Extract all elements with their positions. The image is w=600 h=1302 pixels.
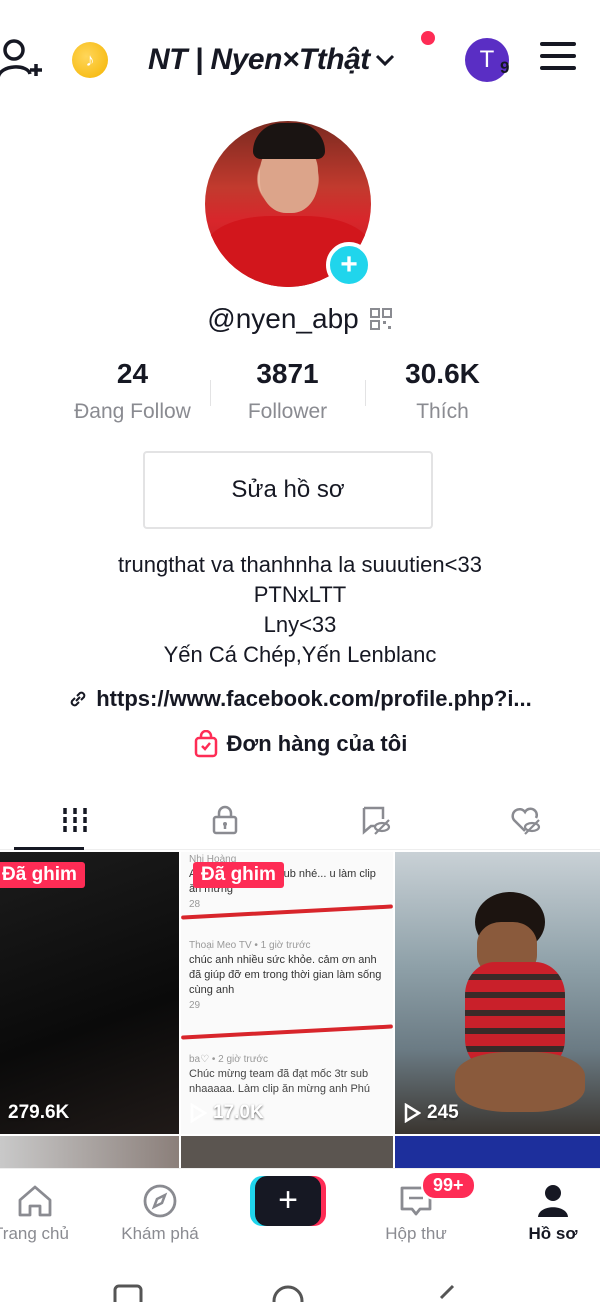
link-icon bbox=[70, 691, 86, 707]
inbox-badge: 99+ bbox=[421, 1171, 476, 1200]
system-nav-bar bbox=[0, 1270, 600, 1302]
create-button[interactable]: + bbox=[250, 1175, 326, 1226]
add-user-icon[interactable] bbox=[0, 38, 44, 82]
comment-text: Chúc mừng team đã đạt mốc 3tr sub nhaaaa… bbox=[189, 1068, 371, 1095]
nav-profile-label: Hồ sơ bbox=[528, 1223, 578, 1243]
nav-discover[interactable]: Khám phá bbox=[70, 1169, 250, 1256]
stat-divider bbox=[210, 380, 211, 406]
pinned-badge: Đã ghim bbox=[193, 862, 284, 888]
qr-code-icon[interactable] bbox=[369, 307, 393, 331]
profile-icon bbox=[538, 1184, 568, 1217]
back-icon[interactable] bbox=[435, 1284, 457, 1302]
hidden-repost-icon bbox=[362, 806, 391, 835]
pinned-badge: Đã ghim bbox=[0, 862, 85, 888]
tab-private[interactable] bbox=[150, 790, 300, 849]
play-icon bbox=[404, 1103, 421, 1123]
account-avatar-initial: T bbox=[479, 46, 495, 73]
tab-liked[interactable] bbox=[450, 790, 600, 849]
account-name: NT | Nyen×Tthật bbox=[148, 43, 370, 76]
orders-label: Đơn hàng của tôi bbox=[226, 731, 408, 756]
home-icon bbox=[18, 1185, 52, 1216]
hidden-heart-icon bbox=[511, 807, 541, 835]
view-count: 279.6K bbox=[8, 1102, 69, 1124]
tab-reposts[interactable] bbox=[300, 790, 450, 849]
followers-stat[interactable]: 3871 Follower bbox=[210, 358, 365, 424]
comment-meta: Thoại Meo TV • 1 giờ trước bbox=[189, 940, 311, 951]
tab-videos[interactable] bbox=[0, 790, 150, 850]
stat-divider bbox=[365, 380, 366, 406]
video-thumbnail[interactable]: 245 bbox=[395, 852, 600, 1134]
username: @nyen_abp bbox=[207, 303, 359, 334]
thumbnail-comment: Thoại Meo TV • 1 giờ trước chúc anh nhiề… bbox=[189, 938, 389, 1013]
videos-grid-icon bbox=[63, 807, 87, 832]
following-stat[interactable]: 24 Đang Follow bbox=[55, 358, 210, 424]
nav-inbox[interactable]: Hộp thư 99+ bbox=[326, 1169, 506, 1256]
nav-home[interactable]: Trang chủ bbox=[0, 1169, 70, 1256]
plus-icon: + bbox=[255, 1175, 321, 1226]
view-count: 245 bbox=[403, 1102, 459, 1124]
red-underline bbox=[181, 1024, 393, 1040]
bio-line: trungthat va thanhnha la suuutien<33 bbox=[118, 552, 482, 577]
likes-stat[interactable]: 30.6K Thích bbox=[365, 358, 520, 424]
bio: trungthat va thanhnha la suuutien<33 PTN… bbox=[0, 550, 600, 670]
view-count-text: 245 bbox=[427, 1102, 459, 1123]
menu-icon[interactable] bbox=[540, 42, 576, 72]
link-text: https://www.facebook.com/profile.php?i..… bbox=[96, 686, 532, 711]
play-icon bbox=[190, 1103, 207, 1123]
bio-line: Yến Cá Chép,Yến Lenblanc bbox=[163, 642, 437, 667]
recent-apps-icon[interactable] bbox=[113, 1284, 143, 1302]
nav-profile[interactable]: Hồ sơ bbox=[506, 1169, 600, 1256]
edit-profile-button[interactable]: Sửa hồ sơ bbox=[143, 451, 433, 529]
chevron-down-icon bbox=[375, 54, 394, 67]
username-row: @nyen_abp bbox=[0, 303, 600, 335]
nav-discover-label: Khám phá bbox=[121, 1223, 199, 1243]
bottom-nav: Trang chủ Khám phá + Hộp thư 99+ Hồ sơ bbox=[0, 1168, 600, 1256]
video-thumbnail[interactable]: Nhi Hoàng APP đã đạt đc 3tr sub nhé... u… bbox=[181, 852, 393, 1134]
likes-label: Thích bbox=[416, 400, 469, 423]
video-thumbnail[interactable]: Đã ghim 279.6K bbox=[0, 852, 179, 1134]
followers-label: Follower bbox=[247, 400, 328, 423]
following-count: 24 bbox=[116, 358, 149, 389]
profile-stats: 24 Đang Follow 3871 Follower 30.6K Thích bbox=[55, 358, 545, 424]
compass-icon bbox=[143, 1184, 177, 1217]
thumbnail-comment: ba♡ • 2 giờ trước Chúc mừng team đã đạt … bbox=[189, 1052, 389, 1097]
bio-line: PTNxLTT bbox=[253, 582, 347, 607]
coin-icon[interactable]: ♪ bbox=[72, 42, 108, 78]
home-circle-icon[interactable] bbox=[271, 1284, 305, 1302]
nav-inbox-label: Hộp thư bbox=[385, 1223, 447, 1243]
notification-dot bbox=[421, 31, 435, 45]
following-label: Đang Follow bbox=[74, 400, 191, 423]
account-count: 9 bbox=[500, 58, 510, 77]
bio-link[interactable]: https://www.facebook.com/profile.php?i..… bbox=[0, 686, 600, 712]
likes-count: 30.6K bbox=[405, 358, 480, 389]
comment-meta: ba♡ • 2 giờ trước bbox=[189, 1054, 268, 1065]
comment-likes: 29 bbox=[189, 1000, 201, 1011]
comment-text: chúc anh nhiều sức khỏe. cảm ơn anh đã g… bbox=[189, 954, 382, 996]
content-tabs bbox=[0, 790, 600, 850]
view-count-text: 279.6K bbox=[8, 1102, 70, 1123]
top-bar: ♪ NT | Nyen×Tthật T 9 bbox=[0, 30, 600, 90]
view-count-text: 17.0K bbox=[213, 1102, 264, 1123]
add-photo-button[interactable]: + bbox=[326, 242, 372, 288]
bio-line: Lny<33 bbox=[263, 612, 337, 637]
nav-create[interactable]: + bbox=[250, 1169, 326, 1256]
nav-home-label: Trang chủ bbox=[0, 1223, 69, 1243]
shopping-bag-icon bbox=[194, 730, 217, 758]
view-count: 17.0K bbox=[189, 1102, 264, 1124]
account-switcher[interactable]: NT | Nyen×Tthật bbox=[148, 40, 396, 80]
lock-icon bbox=[212, 805, 238, 834]
followers-count: 3871 bbox=[256, 358, 319, 389]
my-orders[interactable]: Đơn hàng của tôi bbox=[0, 730, 600, 758]
